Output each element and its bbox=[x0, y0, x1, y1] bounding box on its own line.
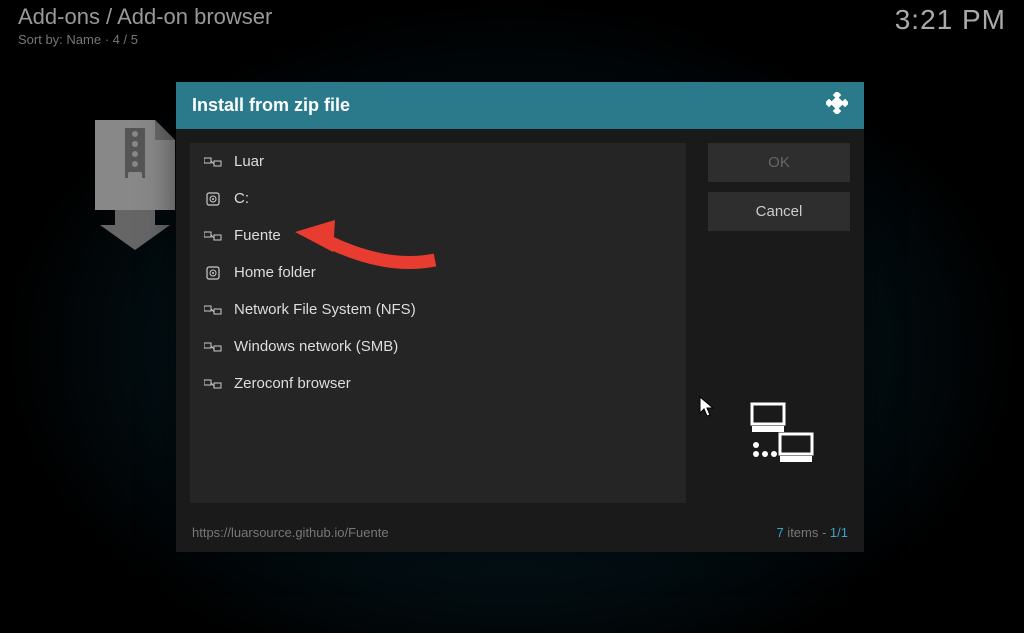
file-source-list[interactable]: Luar C: Fuente Home folder bbox=[190, 143, 686, 503]
cancel-button[interactable]: Cancel bbox=[708, 192, 850, 231]
clock: 3:21 PM bbox=[895, 4, 1006, 47]
dialog-footer: https://luarsource.github.io/Fuente 7 it… bbox=[176, 517, 864, 552]
list-item-nfs[interactable]: Network File System (NFS) bbox=[190, 291, 686, 328]
drive-icon bbox=[204, 191, 222, 207]
network-icon bbox=[204, 339, 222, 355]
dialog-title-bar: Install from zip file bbox=[176, 82, 864, 129]
list-item-smb[interactable]: Windows network (SMB) bbox=[190, 328, 686, 365]
list-item-luar[interactable]: Luar bbox=[190, 143, 686, 180]
zip-file-icon bbox=[95, 120, 175, 250]
kodi-logo-icon bbox=[826, 92, 848, 119]
install-zip-dialog: Install from zip file Luar bbox=[176, 82, 864, 552]
list-item-c-drive[interactable]: C: bbox=[190, 180, 686, 217]
list-item-label: Home folder bbox=[234, 264, 316, 281]
list-item-label: Network File System (NFS) bbox=[234, 301, 416, 318]
network-icon bbox=[204, 302, 222, 318]
dialog-title: Install from zip file bbox=[192, 95, 350, 116]
list-item-fuente[interactable]: Fuente bbox=[190, 217, 686, 254]
preview-pane bbox=[708, 368, 850, 503]
drive-icon bbox=[204, 265, 222, 281]
list-item-label: Luar bbox=[234, 153, 264, 170]
network-icon bbox=[204, 376, 222, 392]
list-item-label: Zeroconf browser bbox=[234, 375, 351, 392]
ok-button[interactable]: OK bbox=[708, 143, 850, 182]
source-path: https://luarsource.github.io/Fuente bbox=[192, 525, 389, 540]
list-item-label: Windows network (SMB) bbox=[234, 338, 398, 355]
list-item-label: C: bbox=[234, 190, 249, 207]
list-item-home-folder[interactable]: Home folder bbox=[190, 254, 686, 291]
network-icon bbox=[204, 154, 222, 170]
sort-info: Sort by: Name · 4 / 5 bbox=[18, 32, 272, 47]
breadcrumb: Add-ons / Add-on browser bbox=[18, 4, 272, 30]
item-count: 7 items - 1/1 bbox=[776, 525, 848, 540]
list-item-zeroconf[interactable]: Zeroconf browser bbox=[190, 365, 686, 402]
network-icon bbox=[204, 228, 222, 244]
header: Add-ons / Add-on browser Sort by: Name ·… bbox=[0, 0, 1024, 47]
list-item-label: Fuente bbox=[234, 227, 281, 244]
network-computers-icon bbox=[738, 400, 820, 472]
